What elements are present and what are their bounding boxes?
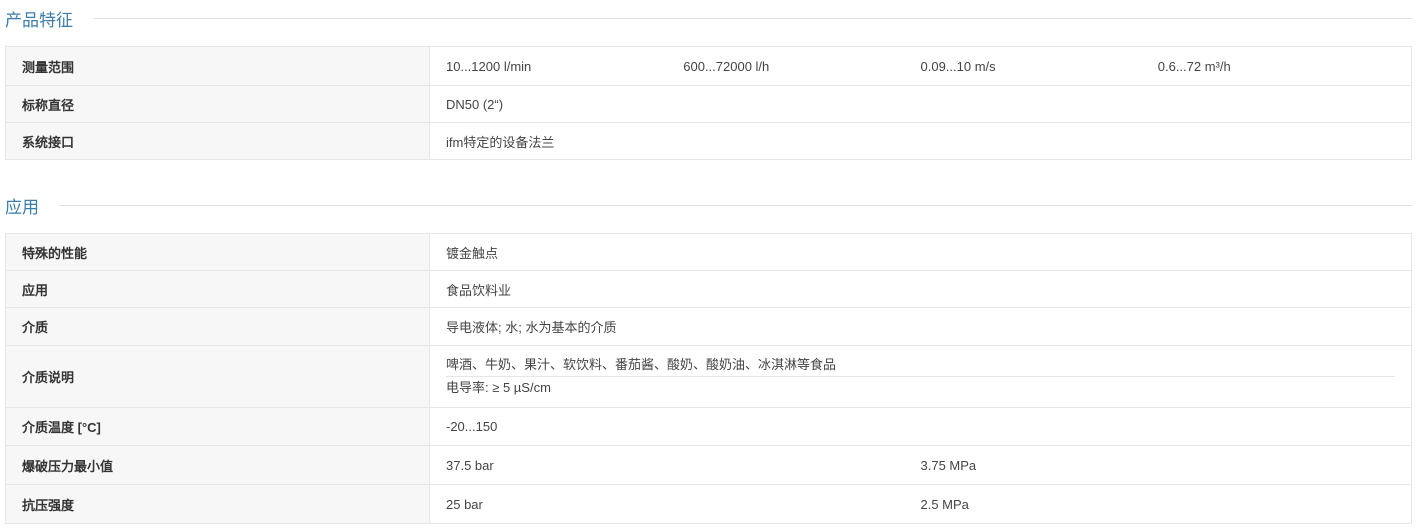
row-label: 标称直径 [5, 85, 430, 123]
application-table: 特殊的性能 镀金触点 应用 食品饮料业 介质 导电液体; 水; 水为基本的介质 … [5, 233, 1412, 524]
row-label: 系统接口 [5, 122, 430, 160]
table-row: 标称直径 DN50 (2“) [5, 85, 1412, 123]
row-value: -20...150 [429, 407, 1412, 446]
section-header-product-features: 产品特征 [0, 6, 1412, 30]
value-cell: 600...72000 l/h [683, 58, 770, 74]
row-value: 37.5 bar 3.75 MPa [429, 445, 1412, 485]
value-cell: 0.6...72 m³/h [1157, 58, 1231, 74]
table-row: 系统接口 ifm特定的设备法兰 [5, 122, 1412, 160]
row-value: 10...1200 l/min 600...72000 l/h 0.09...1… [429, 46, 1412, 86]
row-label: 测量范围 [5, 46, 430, 86]
value-cell: 10...1200 l/min [446, 58, 532, 74]
section-title: 应用 [5, 197, 39, 217]
table-row: 应用 食品饮料业 [5, 270, 1412, 308]
row-label: 介质说明 [5, 345, 430, 408]
table-row: 特殊的性能 镀金触点 [5, 233, 1412, 271]
section-title: 产品特征 [5, 10, 73, 30]
row-label: 介质温度 [°C] [5, 407, 430, 446]
table-row: 测量范围 10...1200 l/min 600...72000 l/h 0.0… [5, 46, 1412, 86]
row-label: 特殊的性能 [5, 233, 430, 271]
value-cell: 3.75 MPa [920, 457, 977, 473]
table-row: 介质说明 啤酒、牛奶、果汁、软饮料、番茄酱、酸奶、酸奶油、冰淇淋等食品 电导率:… [5, 345, 1412, 408]
row-value: 食品饮料业 [429, 270, 1412, 308]
row-value: DN50 (2“) [429, 85, 1412, 123]
row-label: 应用 [5, 270, 430, 308]
value-line: 电导率: ≥ 5 µS/cm [446, 376, 1395, 399]
row-label: 抗压强度 [5, 484, 430, 524]
value-cell: 2.5 MPa [920, 496, 969, 512]
section-header-application: 应用 [0, 193, 1412, 217]
table-row: 抗压强度 25 bar 2.5 MPa [5, 484, 1412, 524]
table-row: 介质 导电液体; 水; 水为基本的介质 [5, 307, 1412, 346]
section-divider [59, 204, 1412, 206]
table-row: 爆破压力最小值 37.5 bar 3.75 MPa [5, 445, 1412, 485]
table-row: 介质温度 [°C] -20...150 [5, 407, 1412, 446]
value-cell: 25 bar [446, 496, 483, 512]
section-divider [93, 17, 1412, 19]
row-value: 镀金触点 [429, 233, 1412, 271]
product-features-table: 测量范围 10...1200 l/min 600...72000 l/h 0.0… [5, 46, 1412, 160]
row-value: ifm特定的设备法兰 [429, 122, 1412, 160]
row-value: 导电液体; 水; 水为基本的介质 [429, 307, 1412, 346]
row-value: 25 bar 2.5 MPa [429, 484, 1412, 524]
row-value: 啤酒、牛奶、果汁、软饮料、番茄酱、酸奶、酸奶油、冰淇淋等食品 电导率: ≥ 5 … [429, 345, 1412, 408]
row-label: 介质 [5, 307, 430, 346]
value-line: 啤酒、牛奶、果汁、软饮料、番茄酱、酸奶、酸奶油、冰淇淋等食品 [446, 357, 837, 372]
value-cell: 0.09...10 m/s [920, 58, 996, 74]
row-label: 爆破压力最小值 [5, 445, 430, 485]
value-cell: 37.5 bar [446, 457, 494, 473]
